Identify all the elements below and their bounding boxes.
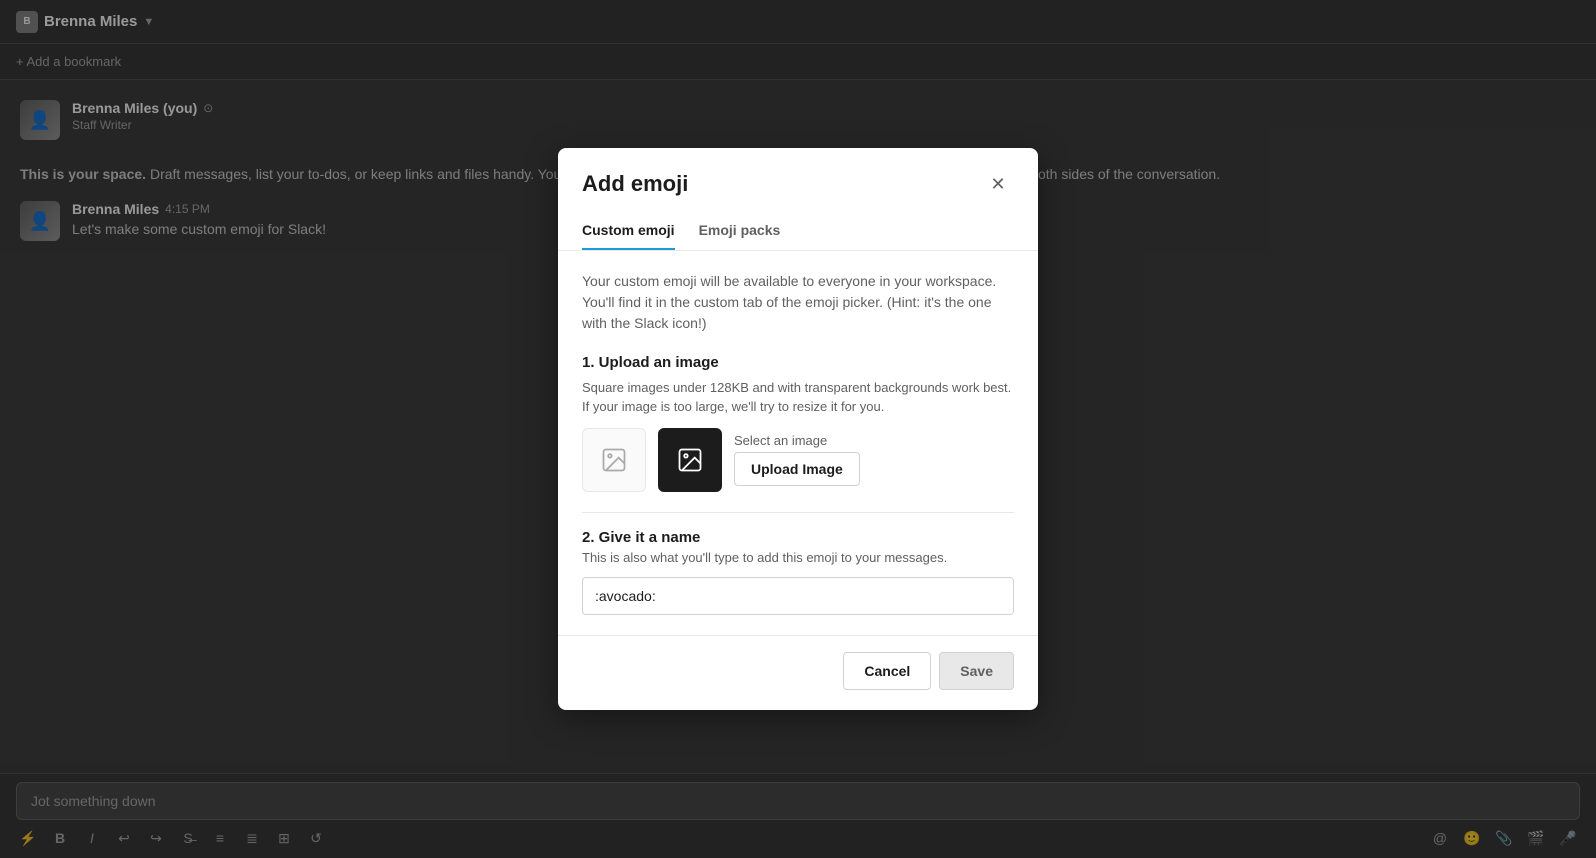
modal-title: Add emoji: [582, 171, 688, 197]
section-divider: [582, 512, 1014, 513]
image-preview-dark: [658, 428, 722, 492]
modal-footer: Cancel Save: [558, 635, 1038, 710]
select-image-label: Select an image: [734, 433, 860, 448]
save-button[interactable]: Save: [939, 652, 1014, 690]
section2-description: This is also what you'll type to add thi…: [582, 550, 1014, 565]
upload-controls: Select an image Upload Image: [734, 433, 860, 486]
modal-body: Your custom emoji will be available to e…: [558, 251, 1038, 634]
section2-title: 2. Give it a name: [582, 529, 1014, 546]
image-upload-area: Select an image Upload Image: [582, 428, 1014, 492]
modal-backdrop: Add emoji ✕ Custom emoji Emoji packs You…: [0, 0, 1596, 858]
tab-custom-emoji[interactable]: Custom emoji: [582, 212, 675, 250]
cancel-button[interactable]: Cancel: [843, 652, 931, 690]
section1-title: 1. Upload an image: [582, 354, 1014, 371]
modal-description: Your custom emoji will be available to e…: [582, 271, 1014, 334]
add-emoji-modal: Add emoji ✕ Custom emoji Emoji packs You…: [558, 148, 1038, 709]
section1-subtitle: Square images under 128KB and with trans…: [582, 379, 1014, 415]
close-button[interactable]: ✕: [982, 168, 1014, 200]
image-dark-placeholder-icon: [676, 446, 704, 474]
image-preview-light: [582, 428, 646, 492]
modal-tabs: Custom emoji Emoji packs: [558, 212, 1038, 251]
image-placeholder-icon: [600, 446, 628, 474]
modal-header: Add emoji ✕: [558, 148, 1038, 200]
tab-emoji-packs[interactable]: Emoji packs: [699, 212, 781, 250]
emoji-name-input[interactable]: [582, 577, 1014, 615]
upload-image-button[interactable]: Upload Image: [734, 452, 860, 486]
